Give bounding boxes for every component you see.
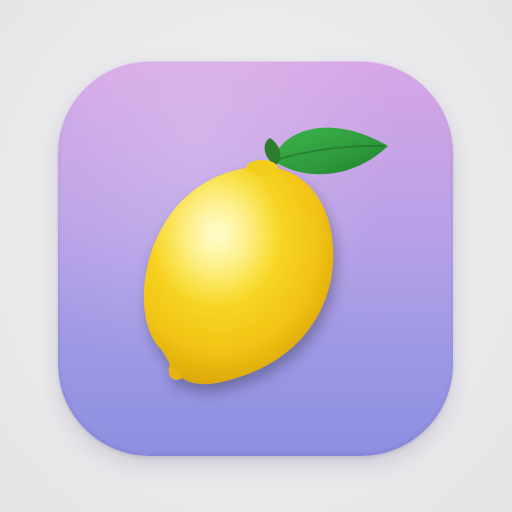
lemon-icon xyxy=(143,127,388,385)
canvas xyxy=(0,0,512,512)
leaf-icon xyxy=(273,127,388,175)
lemon-body xyxy=(143,160,334,385)
